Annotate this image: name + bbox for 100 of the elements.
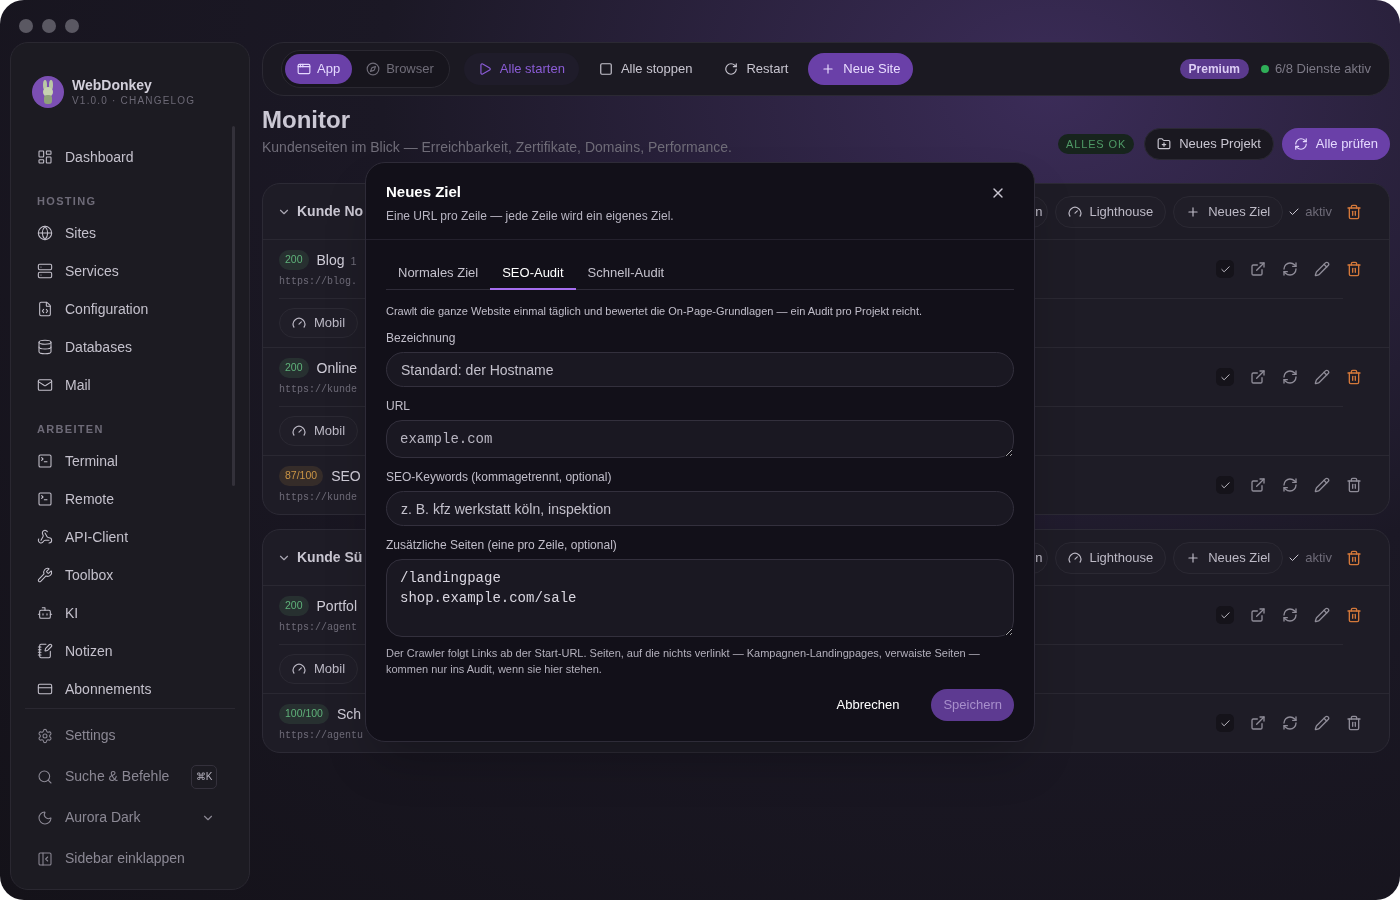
target-detail: 1 [350, 253, 357, 269]
toolbar-button[interactable]: Alle starten [463, 53, 579, 85]
edit-icon[interactable] [1314, 369, 1330, 385]
mail-icon [37, 377, 53, 393]
enabled-checkbox[interactable] [1216, 606, 1234, 624]
target-name: Portfol [316, 596, 357, 616]
mobile-button[interactable]: Mobil [279, 416, 359, 446]
sidebar-footer-item[interactable]: Sidebar einklappen [27, 838, 233, 879]
project-button[interactable]: Lighthouse [1054, 541, 1167, 574]
sidebar-footer-item[interactable]: Settings [27, 715, 233, 756]
project-button[interactable]: Neues Ziel [1173, 195, 1284, 228]
view-tab[interactable]: App [285, 54, 353, 84]
header-button[interactable]: Neues Projekt [1144, 128, 1274, 160]
toolbar-button[interactable]: Restart [712, 53, 801, 85]
minimize-window-button[interactable] [42, 19, 56, 33]
enabled-checkbox[interactable] [1216, 714, 1234, 732]
status-badge: 87/100 [279, 466, 324, 486]
sidebar-item[interactable]: Toolbox [27, 556, 233, 594]
mobile-button[interactable]: Mobil [279, 308, 359, 338]
search-icon [37, 768, 53, 785]
close-window-button[interactable] [19, 19, 33, 33]
sidebar-item[interactable]: Databases [27, 328, 233, 366]
mobile-button[interactable]: Mobil [279, 654, 359, 684]
sidebar-footer-item[interactable]: Aurora Dark [27, 797, 233, 838]
check-icon [1219, 717, 1231, 729]
dialog-subtitle: Eine URL pro Zeile — jede Zeile wird ein eigenes Ziel. [386, 207, 675, 225]
external-link-icon[interactable] [1250, 477, 1266, 493]
edit-icon[interactable] [1314, 477, 1330, 493]
external-link-icon[interactable] [1250, 607, 1266, 623]
sidebar-item[interactable]: Abonnements [27, 670, 233, 708]
text-area[interactable]: /landingpage shop.example.com/sale [386, 559, 1014, 637]
delete-icon[interactable] [1346, 715, 1362, 731]
refresh-icon [1293, 137, 1308, 151]
sidebar-item[interactable]: Remote [27, 480, 233, 518]
target-url: https://agent [279, 620, 358, 635]
view-tab[interactable]: Browser [354, 54, 446, 84]
delete-icon[interactable] [1346, 549, 1362, 566]
sidebar-item[interactable]: Configuration [27, 290, 233, 328]
zoom-window-button[interactable] [65, 19, 79, 33]
toolbar-button[interactable]: Neue Site [808, 53, 914, 85]
file-code-icon [37, 301, 53, 317]
text-area[interactable]: example.com [386, 420, 1014, 458]
refresh-icon[interactable] [1282, 715, 1298, 731]
sidebar-item[interactable]: Sites [27, 214, 233, 252]
status-badge: 100/100 [279, 704, 329, 724]
delete-icon[interactable] [1346, 369, 1362, 385]
dialog-tab[interactable]: Normales Ziel [386, 257, 491, 290]
enabled-checkbox[interactable] [1216, 476, 1234, 494]
target-name: Online [316, 358, 357, 378]
dialog-description: Crawlt die ganze Website einmal täglich und bewertet die On-Page-Grundlagen — ein Audit pro Projekt reicht. [386, 303, 924, 319]
notebook-icon [37, 643, 53, 659]
sidebar-item[interactable]: Notizen [27, 632, 233, 670]
external-link-icon[interactable] [1250, 261, 1266, 277]
external-link-icon[interactable] [1250, 369, 1266, 385]
delete-icon[interactable] [1346, 203, 1362, 220]
input-field[interactable]: Standard: der Hostname [386, 352, 1014, 387]
check-icon [1219, 263, 1231, 275]
edit-icon[interactable] [1314, 607, 1330, 623]
field-label: Bezeichnung [386, 330, 457, 347]
cancel-button[interactable]: Abbrechen [824, 689, 912, 721]
project-button[interactable]: Lighthouse [1054, 195, 1167, 228]
delete-icon[interactable] [1346, 477, 1362, 493]
sidebar-item[interactable]: KI [27, 594, 233, 632]
header-button[interactable]: Alle prüfen [1281, 128, 1390, 160]
active-label: aktiv [1305, 202, 1332, 221]
server-icon [37, 263, 53, 279]
play-icon [477, 62, 492, 76]
app-name: WebDonkey [72, 75, 153, 94]
refresh-icon[interactable] [1282, 477, 1298, 493]
sidebar-item[interactable]: Terminal [27, 442, 233, 480]
target-url: https://kunde [279, 382, 358, 397]
dialog-tab[interactable]: Schnell-Audit [575, 257, 677, 290]
project-button[interactable]: Neues Ziel [1173, 541, 1284, 574]
settings-icon [37, 727, 53, 744]
target-name: SEO [331, 466, 361, 486]
dashboard-icon [37, 149, 53, 165]
external-link-icon[interactable] [1250, 715, 1266, 731]
section-heading: HOSTING [37, 193, 97, 209]
input-field[interactable]: z. B. kfz werkstatt köln, inspektion [386, 491, 1014, 526]
refresh-icon[interactable] [1282, 261, 1298, 277]
sidebar-item[interactable]: Mail [27, 366, 233, 404]
sidebar-item[interactable]: Services [27, 252, 233, 290]
sidebar-item[interactable]: API-Client [27, 518, 233, 556]
edit-icon[interactable] [1314, 715, 1330, 731]
check-icon [1219, 479, 1231, 491]
dialog-tab[interactable]: SEO-Audit [490, 257, 576, 290]
sidebar-item[interactable]: Dashboard [27, 138, 233, 176]
refresh-icon[interactable] [1282, 369, 1298, 385]
active-label: aktiv [1305, 548, 1332, 567]
terminal-icon [37, 491, 53, 507]
toolbar-button[interactable]: Alle stoppen [586, 53, 705, 85]
sidebar-footer-item[interactable]: Suche & Befehle ⌘K [27, 756, 233, 797]
delete-icon[interactable] [1346, 261, 1362, 277]
delete-icon[interactable] [1346, 607, 1362, 623]
enabled-checkbox[interactable] [1216, 260, 1234, 278]
refresh-icon[interactable] [1282, 607, 1298, 623]
enabled-checkbox[interactable] [1216, 368, 1234, 386]
edit-icon[interactable] [1314, 261, 1330, 277]
gauge-icon [1067, 550, 1082, 565]
terminal-icon [37, 453, 53, 469]
